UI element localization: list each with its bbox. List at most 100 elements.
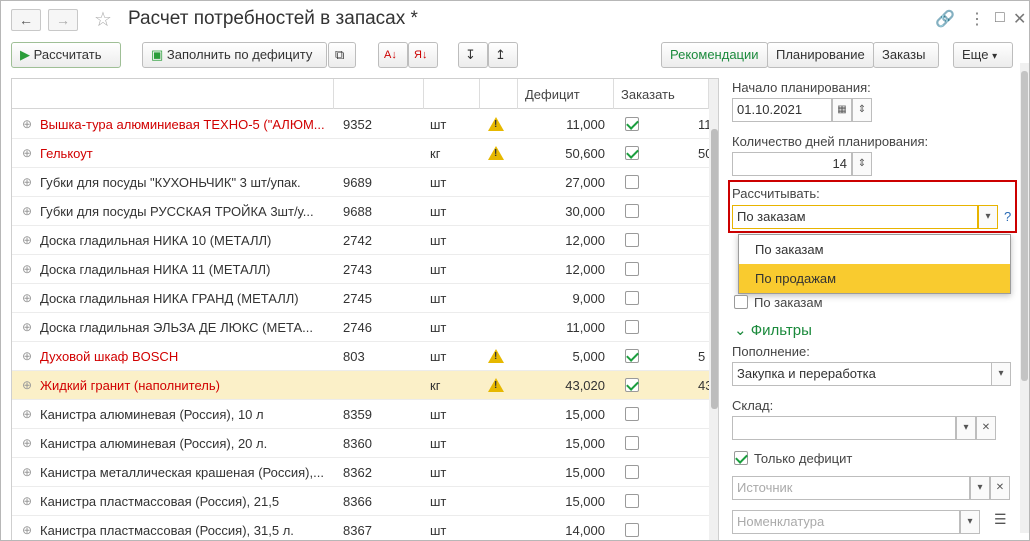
expand-icon[interactable]: ⊕	[22, 320, 32, 334]
expand-icon[interactable]: ⊕	[22, 378, 32, 392]
filters-toggle[interactable]: ⌄ Фильтры	[734, 321, 812, 339]
calc-mode-dropdown-icon[interactable]: ▾	[978, 205, 998, 229]
table-row[interactable]: ⊕ Доска гладильная НИКА ГРАНД (МЕТАЛЛ) 274…	[12, 284, 718, 313]
order-checkbox[interactable]	[625, 204, 639, 218]
table-row[interactable]: ⊕Жидкий гранит (наполнитель)кг43,02043	[12, 371, 718, 400]
order-checkbox[interactable]	[625, 320, 639, 334]
panel-scrollbar[interactable]	[1020, 63, 1029, 533]
calculate-button[interactable]: ▶ Рассчитать	[11, 42, 121, 68]
table-row[interactable]: ⊕ Губки для посуды РУССКАЯ ТРОЙКА 3шт/у..…	[12, 197, 718, 226]
option-by-sales[interactable]: По продажам	[739, 264, 1010, 293]
link-icon[interactable]: 🔗	[935, 9, 955, 29]
calc-mode-select[interactable]: По заказам	[732, 205, 978, 229]
sort-list2-button[interactable]: ↥	[488, 42, 518, 68]
replenish-select[interactable]: Закупка и переработка	[732, 362, 992, 386]
days-spinner[interactable]: ⇕	[852, 152, 872, 176]
order-checkbox[interactable]	[625, 436, 639, 450]
source-clear-icon[interactable]: ✕	[990, 476, 1010, 500]
item-deficit: 12,000	[565, 262, 605, 277]
sort-asc-button[interactable]: A↓	[378, 42, 408, 68]
expand-icon[interactable]: ⊕	[22, 349, 32, 363]
forward-button[interactable]: →	[48, 9, 78, 31]
calendar-icon[interactable]: ▦	[832, 98, 852, 122]
start-date-field[interactable]: 01.10.2021	[732, 98, 832, 122]
expand-icon[interactable]: ⊕	[22, 436, 32, 450]
order-checkbox[interactable]	[625, 494, 639, 508]
order-checkbox[interactable]	[625, 291, 639, 305]
order-checkbox[interactable]	[625, 407, 639, 421]
order-checkbox[interactable]	[625, 233, 639, 247]
table-row[interactable]: ⊕ Духовой шкаф BOSCH 803 шт 5,000 5	[12, 342, 718, 371]
warehouse-field[interactable]	[732, 416, 956, 440]
close-icon[interactable]: ✕	[1013, 9, 1026, 29]
panel-scrollbar-thumb[interactable]	[1021, 71, 1028, 381]
expand-icon[interactable]: ⊕	[22, 291, 32, 305]
expand-icon[interactable]: ⊕	[22, 233, 32, 247]
window-title: Расчет потребностей в запасах *	[128, 8, 418, 29]
sort-list-button[interactable]: ↧	[458, 42, 488, 68]
warehouse-dropdown-icon[interactable]: ▾	[956, 416, 976, 440]
nomenclature-dropdown-icon[interactable]: ▾	[960, 510, 980, 534]
table-row[interactable]: ⊕ Доска гладильная НИКА 10 (МЕТАЛЛ) 2742 шт…	[12, 226, 718, 255]
expand-icon[interactable]: ⊕	[22, 407, 32, 421]
tab-orders[interactable]: Заказы	[873, 42, 939, 68]
expand-icon[interactable]: ⊕	[22, 117, 32, 131]
help-icon[interactable]: ?	[1004, 209, 1011, 224]
orders-checkbox[interactable]	[734, 295, 748, 309]
table-row[interactable]: ⊕ Губки для посуды "КУХОНЬЧИК" 3 шт/упак.…	[12, 168, 718, 197]
table-row[interactable]: ⊕ Доска гладильная НИКА 11 (МЕТАЛЛ) 2743 шт…	[12, 255, 718, 284]
table-row[interactable]: ⊕ Канистра пластмассовая (Россия), 31,5 л…	[12, 516, 718, 540]
expand-icon[interactable]: ⊕	[22, 494, 32, 508]
date-spinner[interactable]: ⇕	[852, 98, 872, 122]
back-button[interactable]: ←	[11, 9, 41, 31]
order-checkbox[interactable]	[625, 117, 639, 131]
tab-recommendations[interactable]: Рекомендации	[661, 42, 768, 68]
scrollbar[interactable]	[709, 79, 718, 540]
expand-icon[interactable]: ⊕	[22, 523, 32, 537]
sort-desc-button[interactable]: Я↓	[408, 42, 438, 68]
deficit-only-label: Только дефицит	[754, 451, 853, 466]
menu-dots-icon[interactable]: ⋮	[969, 9, 985, 29]
order-checkbox[interactable]	[625, 523, 639, 537]
warehouse-clear-icon[interactable]: ✕	[976, 416, 996, 440]
option-by-orders[interactable]: По заказам	[739, 235, 1010, 264]
order-checkbox[interactable]	[625, 146, 639, 160]
table-row[interactable]: ⊕ Канистра алюминевая (Россия), 10 л 8359 ш…	[12, 400, 718, 429]
expand-icon[interactable]: ⊕	[22, 204, 32, 218]
order-checkbox[interactable]	[625, 349, 639, 363]
nomenclature-field[interactable]: Номенклатура	[732, 510, 960, 534]
table-row[interactable]: ⊕ Вышка-тура алюминиевая ТЕХНО-5 ("АЛЮМ..…	[12, 110, 718, 139]
expand-icon[interactable]: ⊕	[22, 146, 32, 160]
table-row[interactable]: ⊕Гелькоуткг50,60050	[12, 139, 718, 168]
order-checkbox[interactable]	[625, 175, 639, 189]
table-row[interactable]: ⊕ Канистра пластмассовая (Россия), 21,5 83…	[12, 487, 718, 516]
header-deficit[interactable]: Дефицит	[525, 87, 580, 102]
expand-icon[interactable]: ⊕	[22, 262, 32, 276]
source-dropdown-icon[interactable]: ▾	[970, 476, 990, 500]
orders-checkbox-label: По заказам	[754, 295, 823, 310]
expand-icon[interactable]: ⊕	[22, 465, 32, 479]
order-checkbox[interactable]	[625, 378, 639, 392]
table-row[interactable]: ⊕ Канистра металлическая крашеная (Россия…	[12, 458, 718, 487]
source-field[interactable]: Источник	[732, 476, 970, 500]
expand-icon[interactable]: ⊕	[22, 175, 32, 189]
list-icon[interactable]: ☰	[994, 511, 1007, 528]
fill-by-deficit-button[interactable]: ▣ Заполнить по дефициту	[142, 42, 327, 68]
table-row[interactable]: ⊕ Доска гладильная ЭЛЬЗА ДЕ ЛЮКС (МЕТА...…	[12, 313, 718, 342]
tab-planning[interactable]: Планирование	[767, 42, 874, 68]
star-icon[interactable]: ☆	[94, 7, 112, 32]
header-order[interactable]: Заказать	[621, 87, 675, 102]
order-checkbox[interactable]	[625, 262, 639, 276]
order-checkbox[interactable]	[625, 465, 639, 479]
replenish-dropdown-icon[interactable]: ▾	[991, 362, 1011, 386]
table-row[interactable]: ⊕ Канистра алюминевая (Россия), 20 л. 8360…	[12, 429, 718, 458]
item-code: 2746	[343, 320, 372, 335]
deficit-only-checkbox[interactable]	[734, 451, 748, 465]
days-field[interactable]: 14	[732, 152, 852, 176]
maximize-icon[interactable]: □	[995, 9, 1005, 27]
more-button[interactable]: Еще ▾	[953, 42, 1013, 68]
item-unit: кг	[430, 378, 441, 393]
item-deficit: 50,600	[565, 146, 605, 161]
copy-button[interactable]: ⧉	[328, 42, 356, 68]
scrollbar-thumb[interactable]	[711, 129, 718, 409]
